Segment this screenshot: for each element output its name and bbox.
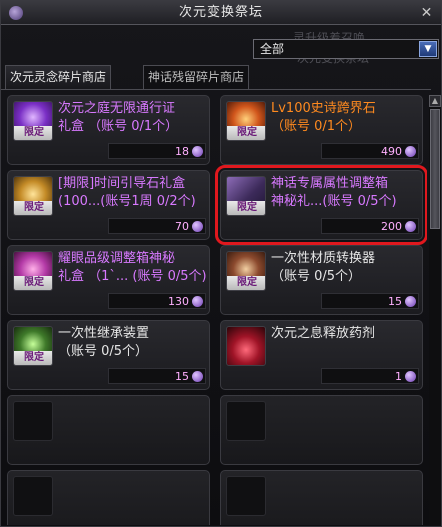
shop-item-card[interactable]: 限定 次元之庭无限通行证 礼盒 （账号 0/1个） 18 <box>7 95 210 165</box>
tab-dimension-shard-shop[interactable]: 次元灵念碎片商店 <box>5 65 112 89</box>
close-button[interactable]: ✕ <box>419 5 435 21</box>
currency-icon <box>192 146 203 157</box>
currency-icon <box>405 296 416 307</box>
tab-mythic-shard-shop[interactable]: 神话残留碎片商店 <box>143 65 250 89</box>
price-bar: 15 <box>108 368 206 384</box>
price-bar: 490 <box>321 143 419 159</box>
item-limit: （账号 0/5个） <box>58 344 149 359</box>
empty-item-slot <box>220 395 423 465</box>
item-name: 一次性继承装置 <box>58 326 150 341</box>
limited-badge: 限定 <box>227 126 265 140</box>
limited-badge: 限定 <box>14 126 52 140</box>
item-name: 一次性材质转换器 <box>271 251 376 266</box>
purple-orb-icon: 限定 <box>13 101 53 141</box>
item-name: 耀眼品级调整箱神秘 <box>58 251 176 266</box>
limited-badge: 限定 <box>227 276 265 290</box>
window-title: 次元变换祭坛 <box>178 5 263 20</box>
item-limit: （账号 0/5个） <box>271 269 362 284</box>
limited-badge: 限定 <box>14 276 52 290</box>
dimension-altar-window: 次元变换祭坛 ✕ 灵升级着召唤 次元变换祭坛 全部 ▼ 次元灵念碎片商店 神话残… <box>0 0 442 527</box>
item-name: 神话专属属性调整箱 <box>271 176 389 191</box>
scroll-up-button[interactable]: ▲ <box>429 95 441 107</box>
empty-slot-icon <box>13 476 53 516</box>
category-dropdown[interactable]: 全部 ▼ <box>253 39 439 59</box>
title-bar: 次元变换祭坛 ✕ <box>1 1 441 25</box>
price-bar: 200 <box>321 218 419 234</box>
currency-icon <box>405 221 416 232</box>
item-price: 70 <box>175 220 189 233</box>
potion-icon <box>226 326 266 366</box>
currency-icon <box>192 221 203 232</box>
item-name: Lv100史诗跨界石 <box>271 101 376 116</box>
title-orb-icon <box>9 6 23 20</box>
item-name: [期限]时间引导石礼盒 <box>58 176 186 191</box>
currency-icon <box>405 146 416 157</box>
shop-item-card[interactable]: 次元之息释放药剂 1 <box>220 320 423 390</box>
item-price: 15 <box>175 370 189 383</box>
gold-stone-box-icon: 限定 <box>13 176 53 216</box>
price-bar: 15 <box>321 293 419 309</box>
item-price: 200 <box>381 220 402 233</box>
pink-box-icon: 限定 <box>13 251 53 291</box>
item-price: 130 <box>168 295 189 308</box>
empty-slot-icon <box>13 401 53 441</box>
price-bar: 1 <box>321 368 419 384</box>
shop-item-card-selected[interactable]: 限定 神话专属属性调整箱 神秘礼...(账号 0/5个) 200 <box>215 165 427 245</box>
empty-slot-icon <box>226 476 266 516</box>
epic-stone-icon: 限定 <box>226 101 266 141</box>
currency-icon <box>192 371 203 382</box>
item-name: 次元之息释放药剂 <box>271 326 376 341</box>
shop-item-card[interactable]: 限定 一次性材质转换器 （账号 0/5个） 15 <box>220 245 423 315</box>
item-limit: 礼盒 （1`... (账号 0/5个) <box>58 269 207 284</box>
limited-badge: 限定 <box>227 201 265 215</box>
inherit-device-icon: 限定 <box>13 326 53 366</box>
empty-slot-icon <box>226 401 266 441</box>
empty-item-slot <box>220 470 423 525</box>
limited-badge: 限定 <box>14 351 52 365</box>
empty-item-slot <box>7 470 210 525</box>
limited-badge: 限定 <box>14 201 52 215</box>
material-converter-icon: 限定 <box>226 251 266 291</box>
currency-icon <box>405 371 416 382</box>
empty-item-slot <box>7 395 210 465</box>
dropdown-value: 全部 <box>260 42 285 56</box>
shop-item-card[interactable]: 限定 耀眼品级调整箱神秘 礼盒 （1`... (账号 0/5个) 130 <box>7 245 210 315</box>
item-grid: 限定 次元之庭无限通行证 礼盒 （账号 0/1个） 18 限定 Lv100史诗跨… <box>7 95 427 525</box>
dropdown-arrow-icon[interactable]: ▼ <box>419 41 437 57</box>
item-limit: （账号 0/1个） <box>271 119 362 134</box>
shop-item-card[interactable]: 限定 Lv100史诗跨界石 （账号 0/1个） 490 <box>220 95 423 165</box>
mythic-box-icon: 限定 <box>226 176 266 216</box>
item-price: 15 <box>388 295 402 308</box>
item-price: 490 <box>381 145 402 158</box>
item-price: 18 <box>175 145 189 158</box>
item-name: 次元之庭无限通行证 <box>58 101 176 116</box>
shop-item-card[interactable]: 限定 一次性继承装置 （账号 0/5个） 15 <box>7 320 210 390</box>
currency-icon <box>192 296 203 307</box>
vertical-scrollbar[interactable]: ▲ <box>429 95 441 525</box>
item-limit: 礼盒 （账号 0/1个） <box>58 119 179 134</box>
shop-item-card[interactable]: 限定 [期限]时间引导石礼盒 (100...(账号1周 0/2个) 70 <box>7 170 210 240</box>
item-limit: (100...(账号1周 0/2个) <box>58 194 196 209</box>
item-price: 1 <box>395 370 402 383</box>
price-bar: 130 <box>108 293 206 309</box>
tab-divider <box>1 89 431 90</box>
scroll-thumb[interactable] <box>430 109 440 229</box>
item-limit: 神秘礼...(账号 0/5个) <box>271 194 397 209</box>
price-bar: 18 <box>108 143 206 159</box>
price-bar: 70 <box>108 218 206 234</box>
